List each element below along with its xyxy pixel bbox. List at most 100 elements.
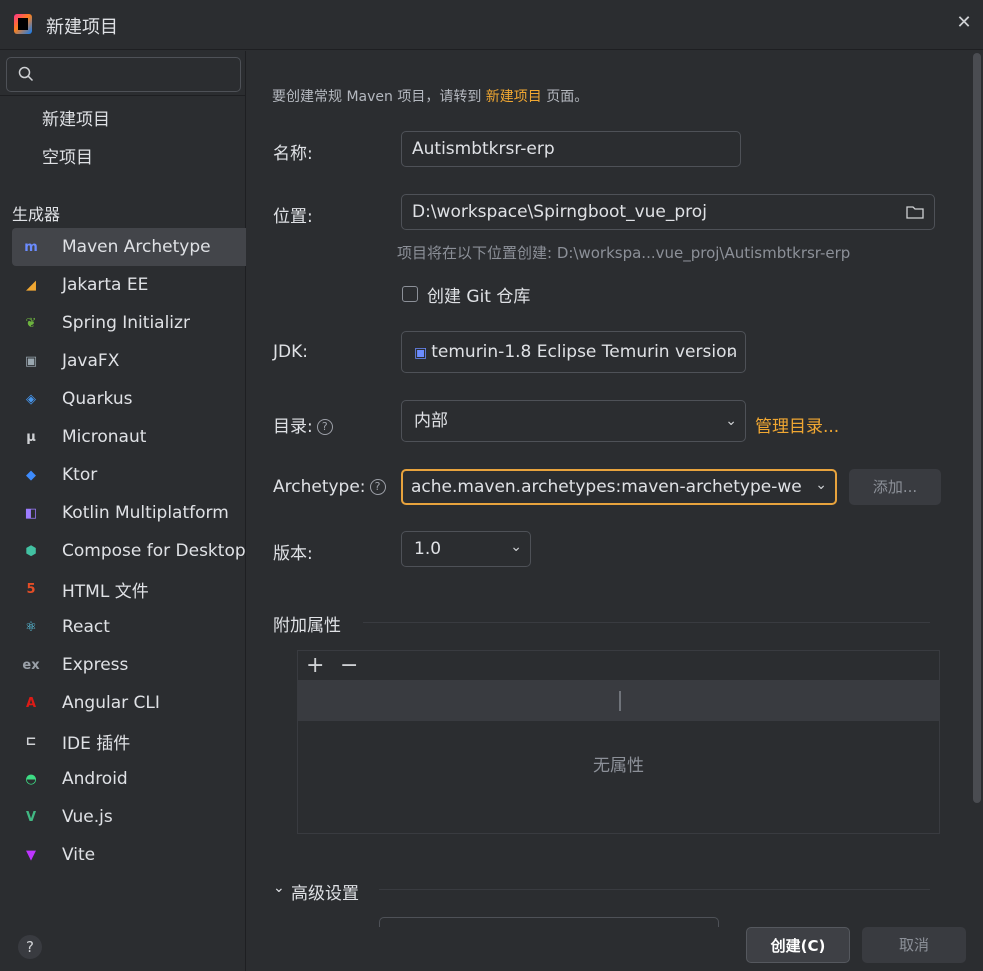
sidebar-item-label: Vue.js	[62, 807, 113, 827]
git-checkbox[interactable]	[402, 286, 418, 302]
scrollbar[interactable]	[973, 53, 981, 803]
hint-text-suffix: 页面。	[541, 89, 589, 105]
jdk-label: JDK:	[273, 342, 308, 362]
location-label: 位置:	[273, 207, 313, 227]
catalog-help-icon[interactable]: ?	[316, 419, 333, 435]
location-value: D:\workspace\Spirngboot_vue_proj	[412, 202, 707, 222]
chevron-down-icon: ⌄	[725, 344, 737, 360]
sidebar-item-new-project[interactable]: 新建项目	[42, 105, 110, 130]
location-field[interactable]: D:\workspace\Spirngboot_vue_proj	[401, 194, 935, 230]
javafx-icon: ▣	[24, 353, 38, 369]
sidebar-item-kotlin-multiplatform[interactable]: ◧ Kotlin Multiplatform	[12, 494, 246, 532]
title-bar: 新建项目 ✕	[0, 0, 983, 50]
sidebar-item-label: Spring Initializr	[62, 313, 190, 333]
sidebar-item-react[interactable]: ⚛ React	[12, 608, 246, 646]
jdk-select[interactable]: ▣ temurin-1.8 Eclipse Temurin version ⌄	[401, 331, 746, 373]
advanced-field[interactable]	[379, 917, 719, 927]
sidebar-item-label: JavaFX	[62, 351, 120, 371]
sidebar-item-micronaut[interactable]: μ Micronaut	[12, 418, 246, 456]
archetype-label: Archetype:	[273, 477, 366, 497]
sidebar-item-label: React	[62, 617, 110, 637]
version-label: 版本:	[273, 544, 313, 564]
name-label: 名称:	[273, 144, 313, 164]
archetype-label-wrap: Archetype:?	[273, 477, 386, 497]
add-archetype-button[interactable]: 添加...	[849, 469, 941, 505]
angular-icon: A	[25, 695, 37, 711]
help-button[interactable]: ?	[18, 935, 42, 959]
sidebar-item-plugin[interactable]: ⊏ IDE 插件	[12, 722, 246, 760]
main-panel: 要创建常规 Maven 项目，请转到 新建项目 页面。 名称: Autismbt…	[247, 51, 983, 971]
sidebar-item-quarkus[interactable]: ◈ Quarkus	[12, 380, 246, 418]
sidebar-item-express[interactable]: ex Express	[12, 646, 246, 684]
express-icon: ex	[22, 657, 40, 673]
react-icon: ⚛	[25, 619, 37, 635]
sidebar: 新建项目 空项目 生成器 m Maven Archetype ◢ Jakarta EE…	[0, 51, 246, 971]
sidebar-item-label: Express	[62, 655, 129, 675]
sidebar-item-ktor[interactable]: ◆ Ktor	[12, 456, 246, 494]
folder-icon[interactable]	[906, 204, 924, 220]
plugin-icon: ⊏	[25, 733, 37, 749]
sidebar-item-angular[interactable]: A Angular CLI	[12, 684, 246, 722]
sidebar-item-javafx[interactable]: ▣ JavaFX	[12, 342, 246, 380]
chevron-down-icon: ⌄	[815, 477, 827, 493]
chevron-down-icon: ⌄	[510, 539, 522, 555]
create-button[interactable]: 创建(C)	[746, 927, 850, 963]
maven-icon: m	[24, 239, 38, 255]
git-checkbox-label: 创建 Git 仓库	[427, 287, 531, 307]
vue-icon: V	[25, 809, 37, 825]
sidebar-item-jakarta-ee[interactable]: ◢ Jakarta EE	[12, 266, 246, 304]
sidebar-item-label: Maven Archetype	[62, 237, 211, 257]
properties-header	[298, 681, 939, 721]
archetype-select[interactable]: ache.maven.archetypes:maven-archetype-we…	[401, 469, 837, 505]
micronaut-icon: μ	[26, 429, 36, 445]
jakarta-ee-icon: ◢	[26, 277, 36, 293]
sidebar-item-label: Jakarta EE	[62, 275, 149, 295]
advanced-chevron-icon[interactable]: ⌄	[273, 880, 285, 896]
sidebar-item-maven[interactable]: m Maven Archetype	[12, 228, 246, 266]
hint-text: 要创建常规 Maven 项目，请转到	[272, 89, 486, 105]
archetype-help-icon[interactable]: ?	[369, 479, 386, 495]
jdk-folder-icon: ▣	[414, 345, 428, 361]
sidebar-item-spring[interactable]: ❦ Spring Initializr	[12, 304, 246, 342]
sidebar-item-vue[interactable]: V Vue.js	[12, 798, 246, 836]
properties-table: + − 无属性	[297, 650, 940, 834]
location-preview: 项目将在以下位置创建: D:\workspa...vue_proj\Autism…	[397, 244, 851, 262]
search-box[interactable]	[6, 57, 241, 92]
name-field[interactable]: Autismbtkrsr-erp	[401, 131, 741, 167]
new-project-link[interactable]: 新建项目	[486, 89, 542, 105]
cancel-button[interactable]: 取消	[862, 927, 966, 963]
sidebar-item-label: Vite	[62, 845, 96, 865]
remove-property-button[interactable]: −	[340, 654, 358, 678]
android-icon: ◓	[25, 771, 37, 787]
maven-hint: 要创建常规 Maven 项目，请转到 新建项目 页面。	[272, 86, 588, 106]
version-select[interactable]: 1.0 ⌄	[401, 531, 531, 567]
search-input[interactable]	[43, 62, 233, 87]
html5-icon: 5	[26, 581, 36, 597]
archetype-value: ache.maven.archetypes:maven-archetype-we…	[411, 477, 801, 497]
section-divider	[363, 622, 930, 623]
compose-icon: ⬢	[25, 543, 37, 559]
column-divider[interactable]	[619, 691, 621, 711]
add-property-button[interactable]: +	[306, 654, 324, 678]
sidebar-item-android[interactable]: ◓ Android	[12, 760, 246, 798]
catalog-select[interactable]: 内部 ⌄	[401, 400, 746, 442]
empty-properties-text: 无属性	[593, 756, 644, 776]
advanced-settings-title[interactable]: 高级设置	[291, 879, 359, 904]
catalog-label: 目录:	[273, 417, 313, 437]
spring-icon: ❦	[25, 315, 37, 331]
sidebar-item-vite[interactable]: ▼ Vite	[12, 836, 246, 874]
close-button[interactable]: ✕	[953, 12, 975, 34]
chevron-down-icon: ⌄	[725, 413, 737, 429]
sidebar-item-label: Angular CLI	[62, 693, 160, 713]
extra-properties-title: 附加属性	[273, 616, 341, 636]
manage-catalogs-link[interactable]: 管理目录...	[755, 412, 839, 437]
sidebar-item-html5[interactable]: 5 HTML 文件	[12, 570, 246, 608]
section-divider	[379, 889, 930, 890]
kotlin-multiplatform-icon: ◧	[24, 505, 38, 521]
catalog-value: 内部	[414, 411, 448, 431]
ktor-icon: ◆	[26, 467, 36, 483]
quarkus-icon: ◈	[26, 391, 36, 407]
sidebar-item-empty-project[interactable]: 空项目	[42, 143, 93, 168]
generators-group-label: 生成器	[12, 205, 61, 224]
sidebar-item-compose[interactable]: ⬢ Compose for Desktop	[12, 532, 246, 570]
